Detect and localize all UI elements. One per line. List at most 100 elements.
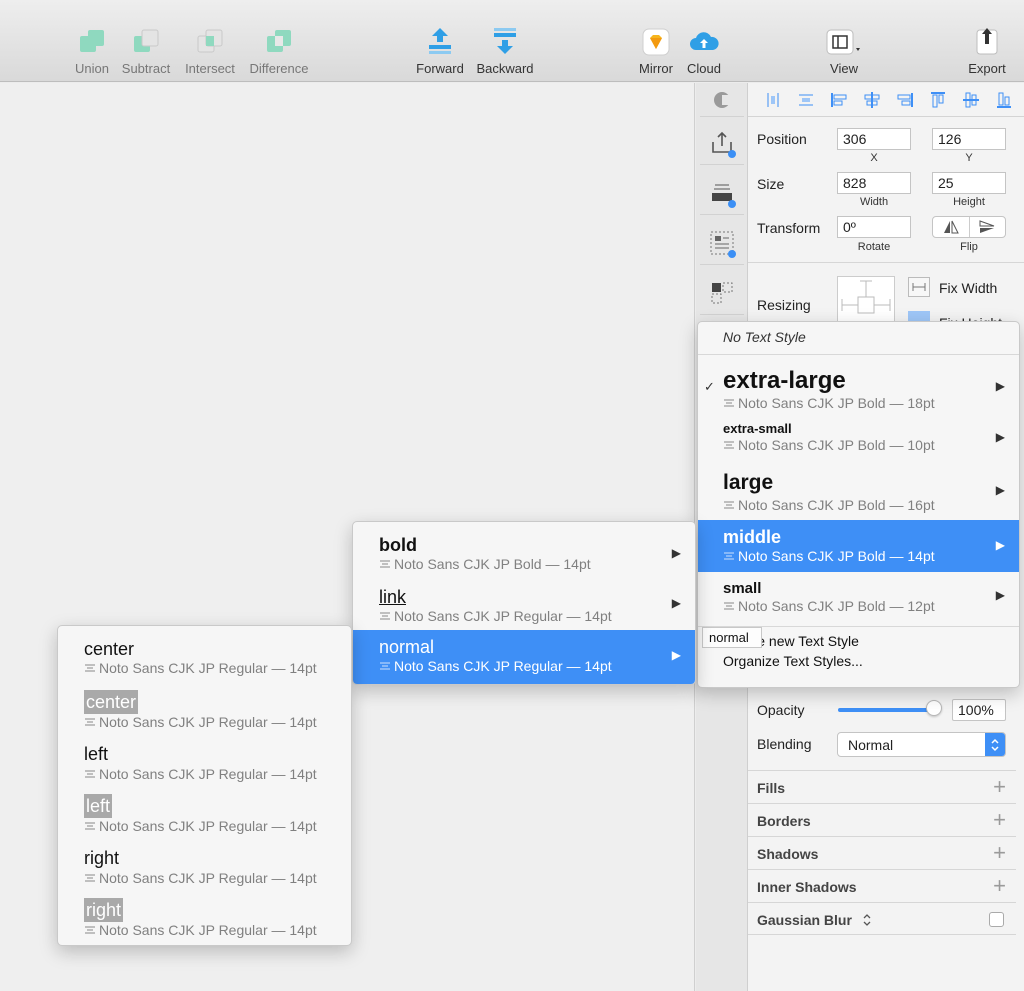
- no-text-style-item[interactable]: No Text Style: [698, 322, 1019, 354]
- align-lines-icon: [85, 718, 95, 726]
- style-toggle-button[interactable]: [700, 83, 744, 117]
- status-dot: [728, 200, 736, 208]
- style-name: link: [379, 587, 407, 607]
- transform-label: Transform: [757, 220, 821, 236]
- gaussian-blur-section[interactable]: Gaussian Blur: [748, 902, 1016, 935]
- gaussian-blur-checkbox[interactable]: [989, 912, 1004, 927]
- style-name: middle: [723, 527, 782, 547]
- forward-button[interactable]: Forward: [412, 26, 468, 76]
- rotate-label: Rotate: [857, 241, 891, 253]
- opacity-slider-track[interactable]: [838, 708, 934, 712]
- flip-vertical-icon: [979, 220, 995, 233]
- align-left-icon: [830, 92, 846, 107]
- submenu-arrow-icon: ▶: [995, 483, 1005, 497]
- submenu-item[interactable]: left Noto Sans CJK JP Regular — 14pt: [58, 794, 351, 846]
- blending-select[interactable]: Normal: [837, 732, 1006, 757]
- text-style-item[interactable]: large Noto Sans CJK JP Bold — 16pt ▶: [698, 467, 1019, 520]
- align-center-button[interactable]: [855, 89, 888, 111]
- union-button[interactable]: Union: [72, 26, 112, 76]
- opacity-slider-knob[interactable]: [926, 700, 942, 716]
- style-meta: Noto Sans CJK JP Bold — 18pt: [738, 395, 935, 411]
- y-field[interactable]: 126: [932, 128, 1006, 150]
- text-style-button[interactable]: [700, 221, 744, 265]
- style-name: left: [84, 794, 113, 818]
- add-fill-icon[interactable]: +: [993, 774, 1006, 800]
- style-name: extra-large: [723, 367, 846, 394]
- opacity-field[interactable]: 100%: [952, 699, 1006, 721]
- style-name: right: [84, 848, 120, 868]
- submenu-item[interactable]: left Noto Sans CJK JP Regular — 14pt: [58, 742, 351, 794]
- fix-width-icon: [912, 283, 926, 291]
- style-meta: Noto Sans CJK JP Bold — 12pt: [738, 598, 935, 614]
- union-icon: [80, 30, 104, 52]
- submenu-item[interactable]: right Noto Sans CJK JP Regular — 14pt: [58, 846, 351, 898]
- fills-section[interactable]: Fills +: [748, 770, 1016, 803]
- align-left-button[interactable]: [822, 89, 855, 111]
- cloud-label: Cloud: [687, 61, 721, 76]
- submenu-item[interactable]: bold Noto Sans CJK JP Bold — 14pt ▶: [353, 522, 695, 576]
- intersect-label: Intersect: [185, 61, 235, 76]
- difference-button[interactable]: Difference: [246, 26, 312, 76]
- align-lines-icon: [85, 874, 95, 882]
- height-field[interactable]: 25: [932, 172, 1006, 194]
- backward-button[interactable]: Backward: [474, 26, 536, 76]
- text-style-item-highlighted[interactable]: middle Noto Sans CJK JP Bold — 14pt ▶: [698, 520, 1019, 572]
- fix-height-checkbox[interactable]: [908, 311, 930, 321]
- organize-text-styles-item[interactable]: Organize Text Styles...: [698, 653, 1019, 673]
- blur-type-stepper-icon[interactable]: [862, 913, 872, 927]
- shadows-section[interactable]: Shadows +: [748, 836, 1016, 869]
- flip-vertical-button[interactable]: [970, 217, 1006, 237]
- submenu-item[interactable]: right Noto Sans CJK JP Regular — 14pt: [58, 898, 351, 945]
- submenu-arrow-icon: ▶: [995, 588, 1005, 602]
- subtract-button[interactable]: Subtract: [118, 26, 174, 76]
- submenu-item[interactable]: center Noto Sans CJK JP Regular — 14pt: [58, 638, 351, 690]
- submenu-item[interactable]: link Noto Sans CJK JP Regular — 14pt ▶: [353, 576, 695, 630]
- cloud-button[interactable]: Cloud: [684, 26, 724, 76]
- flip-control[interactable]: [932, 216, 1006, 238]
- export-share-button[interactable]: [700, 121, 744, 165]
- difference-label: Difference: [249, 61, 309, 76]
- align-lines-icon: [724, 399, 734, 407]
- width-field[interactable]: 828: [837, 172, 911, 194]
- status-dot: [728, 150, 736, 158]
- align-center-icon: [864, 91, 879, 108]
- align-top-button[interactable]: [921, 89, 954, 111]
- align-bottom-icon: [996, 92, 1011, 108]
- checkmark-icon: ✓: [704, 379, 715, 394]
- flip-horizontal-button[interactable]: [933, 217, 970, 237]
- rotate-field[interactable]: 0º: [837, 216, 911, 238]
- align-lines-icon: [724, 552, 734, 560]
- align-lines-icon: [380, 612, 390, 620]
- text-style-item[interactable]: ✓ extra-large Noto Sans CJK JP Bold — 18…: [698, 365, 1019, 417]
- view-button[interactable]: View: [822, 26, 866, 76]
- align-middle-button[interactable]: [954, 89, 987, 111]
- fix-width-checkbox[interactable]: [908, 277, 930, 297]
- export-button[interactable]: Export: [964, 26, 1010, 76]
- add-border-icon[interactable]: +: [993, 807, 1006, 833]
- select-stepper-icon: [985, 733, 1005, 756]
- align-right-button[interactable]: [888, 89, 921, 111]
- distribute-horizontal-button[interactable]: [756, 89, 789, 111]
- layer-style-button[interactable]: [700, 171, 744, 215]
- intersect-button[interactable]: Intersect: [182, 26, 238, 76]
- mirror-button[interactable]: Mirror: [636, 26, 676, 76]
- style-meta: Noto Sans CJK JP Regular — 14pt: [99, 714, 317, 730]
- align-lines-icon: [724, 501, 734, 509]
- align-bottom-button[interactable]: [987, 89, 1020, 111]
- mirror-label: Mirror: [639, 61, 673, 76]
- submenu-item-highlighted[interactable]: normal Noto Sans CJK JP Regular — 14pt ▶: [353, 630, 695, 684]
- symbol-button[interactable]: [700, 271, 744, 315]
- add-inner-shadow-icon[interactable]: +: [993, 873, 1006, 899]
- inner-shadows-section[interactable]: Inner Shadows +: [748, 869, 1016, 902]
- text-style-item[interactable]: extra-small Noto Sans CJK JP Bold — 10pt…: [698, 417, 1019, 467]
- add-shadow-icon[interactable]: +: [993, 840, 1006, 866]
- x-field[interactable]: 306: [837, 128, 911, 150]
- align-middle-icon: [962, 92, 979, 107]
- text-style-item[interactable]: small Noto Sans CJK JP Bold — 12pt ▶: [698, 572, 1019, 626]
- view-icon: [826, 29, 860, 55]
- distribute-vertical-button[interactable]: [789, 89, 822, 111]
- borders-section[interactable]: Borders +: [748, 803, 1016, 836]
- style-name: normal: [379, 637, 435, 657]
- submenu-item[interactable]: center Noto Sans CJK JP Regular — 14pt: [58, 690, 351, 742]
- height-label: Height: [953, 196, 985, 208]
